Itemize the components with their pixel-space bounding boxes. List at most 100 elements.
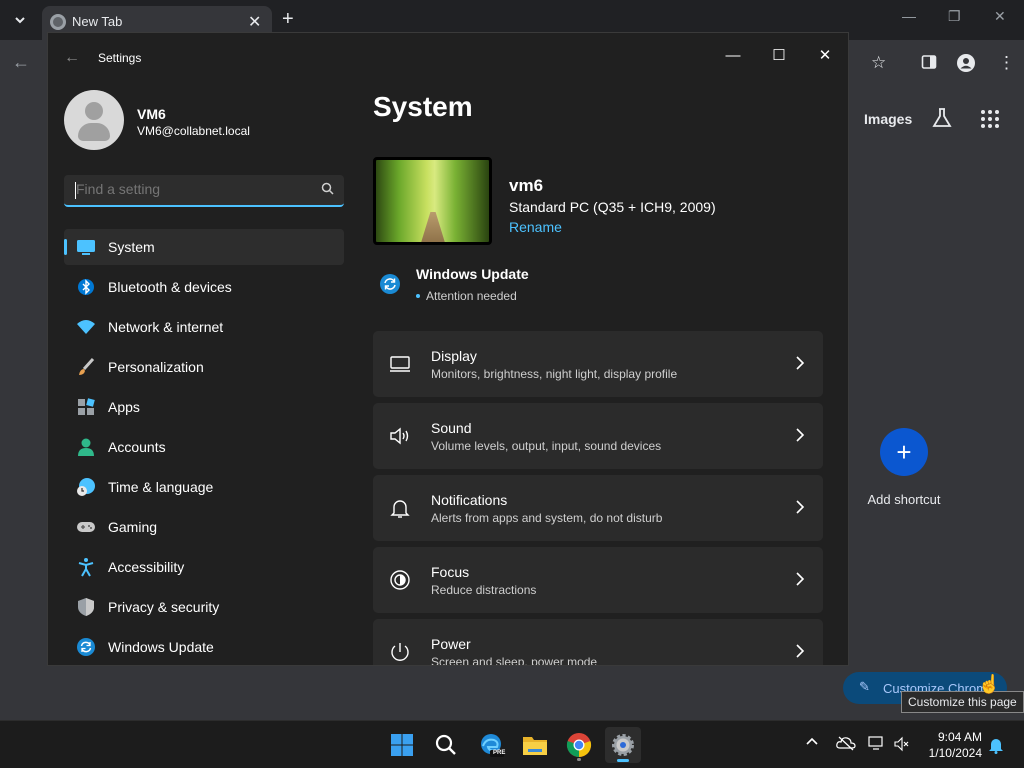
chrome-restore-icon[interactable]: ❐ [948,8,961,25]
brush-icon [79,357,95,375]
card-title: Display [431,348,477,364]
settings-titlebar: ← Settings — ☐ ✕ [48,33,848,83]
card-subtitle: Alerts from apps and system, do not dist… [431,511,663,525]
focus-icon [390,570,410,590]
chevron-right-icon [796,644,805,658]
nav-item-network[interactable]: Network & internet [64,309,344,345]
chevron-right-icon [796,356,805,370]
rename-link[interactable]: Rename [509,219,562,235]
device-wallpaper-thumbnail [373,157,492,245]
maximize-icon[interactable]: ☐ [756,39,802,71]
search-box[interactable] [64,175,344,207]
user-email: VM6@collabnet.local [137,124,250,138]
minimize-icon[interactable]: — [710,39,756,71]
update-icon [77,638,95,656]
tab-close-icon[interactable]: ✕ [248,12,261,32]
nav-item-privacy-security[interactable]: Privacy & security [64,589,344,625]
nav-item-label: Apps [108,399,140,415]
bookmark-star-icon[interactable]: ☆ [871,53,886,73]
back-arrow-icon[interactable]: ← [64,49,80,67]
settings-card-power[interactable]: Power Screen and sleep, power mode [373,619,823,666]
shield-icon [78,598,94,616]
device-model: Standard PC (Q35 + ICH9, 2009) [509,199,716,215]
search-icon[interactable] [321,182,334,198]
windows-logo-icon [391,734,413,756]
add-shortcut-button[interactable]: + [880,428,928,476]
nav-item-system[interactable]: System [64,229,344,265]
taskbar-search-button[interactable] [428,727,464,763]
nav-item-gaming[interactable]: Gaming [64,509,344,545]
file-explorer-app[interactable] [517,727,553,763]
nav-item-windows-update[interactable]: Windows Update [64,629,344,665]
nav-item-bluetooth[interactable]: Bluetooth & devices [64,269,344,305]
nav-item-label: Time & language [108,479,214,495]
nav-item-label: Accounts [108,439,166,455]
images-link[interactable]: Images [864,111,912,127]
nav-item-accounts[interactable]: Accounts [64,429,344,465]
chrome-minimize-icon[interactable]: — [902,8,916,24]
show-hidden-icons-chevron-icon[interactable] [805,735,819,749]
card-subtitle: Screen and sleep, power mode [431,655,598,666]
clock-date[interactable]: 1/10/2024 [920,746,982,760]
accessibility-icon [78,558,94,577]
settings-app[interactable] [605,727,641,763]
active-indicator [617,759,629,762]
device-name: vm6 [509,176,544,195]
nav-item-label: Personalization [108,359,204,375]
chrome-app[interactable] [561,727,597,763]
chrome-favicon-icon [50,14,66,30]
chevron-right-icon [796,572,805,586]
onedrive-icon[interactable] [836,735,856,756]
card-title: Notifications [431,492,508,508]
window-title: Settings [98,51,142,65]
windows-update-title[interactable]: Windows Update [416,266,529,282]
chrome-close-icon[interactable]: ✕ [994,8,1006,25]
running-indicator [577,758,581,761]
nav-item-label: System [108,239,155,255]
nav-item-apps[interactable]: Apps [64,389,344,425]
settings-card-display[interactable]: Display Monitors, brightness, night ligh… [373,331,823,397]
taskbar: PRE [0,720,1024,768]
power-icon [391,643,409,661]
edge-pre-badge: PRE [493,750,506,756]
add-shortcut-label: Add shortcut [867,492,941,507]
nav-item-label: Gaming [108,519,158,535]
nav-item-label: Accessibility [108,559,185,575]
network-icon[interactable] [868,736,886,757]
globe-clock-icon [77,478,95,496]
nav-item-accessibility[interactable]: Accessibility [64,549,344,585]
user-name: VM6 [137,106,166,122]
apps-grid-icon[interactable] [980,109,1000,134]
gear-icon [612,734,634,756]
nav-item-personalization[interactable]: Personalization [64,349,344,385]
search-input[interactable] [76,181,316,197]
profile-icon[interactable] [956,53,976,78]
bell-icon [390,500,410,518]
new-tab-button[interactable]: + [282,8,294,30]
system-icon [77,240,95,255]
labs-flask-icon[interactable] [931,107,953,134]
nav-item-time-language[interactable]: Time & language [64,469,344,505]
person-icon [78,438,94,456]
settings-card-sound[interactable]: Sound Volume levels, output, input, soun… [373,403,823,469]
tab-title: New Tab [72,14,123,29]
back-arrow-icon[interactable]: ← [12,52,30,73]
card-title: Sound [431,420,472,436]
windows-update-icon[interactable] [379,273,401,295]
settings-card-focus[interactable]: Focus Reduce distractions [373,547,823,613]
chevron-down-icon [15,17,25,24]
speaker-icon [390,427,409,445]
side-panel-icon[interactable] [921,54,937,75]
tab-search-button[interactable] [6,7,34,33]
settings-card-notifications[interactable]: Notifications Alerts from apps and syste… [373,475,823,541]
avatar[interactable] [64,90,124,150]
notifications-bell-icon[interactable] [988,736,1004,759]
close-icon[interactable]: ✕ [802,39,848,71]
chrome-menu-icon[interactable]: ⋮ [998,53,1015,73]
start-button[interactable] [384,727,420,763]
nav-item-label: Network & internet [108,319,224,335]
edge-preview-app[interactable]: PRE [473,727,509,763]
volume-muted-icon[interactable] [894,736,910,757]
clock-time[interactable]: 9:04 AM [932,730,982,744]
avatar-body [78,123,110,141]
